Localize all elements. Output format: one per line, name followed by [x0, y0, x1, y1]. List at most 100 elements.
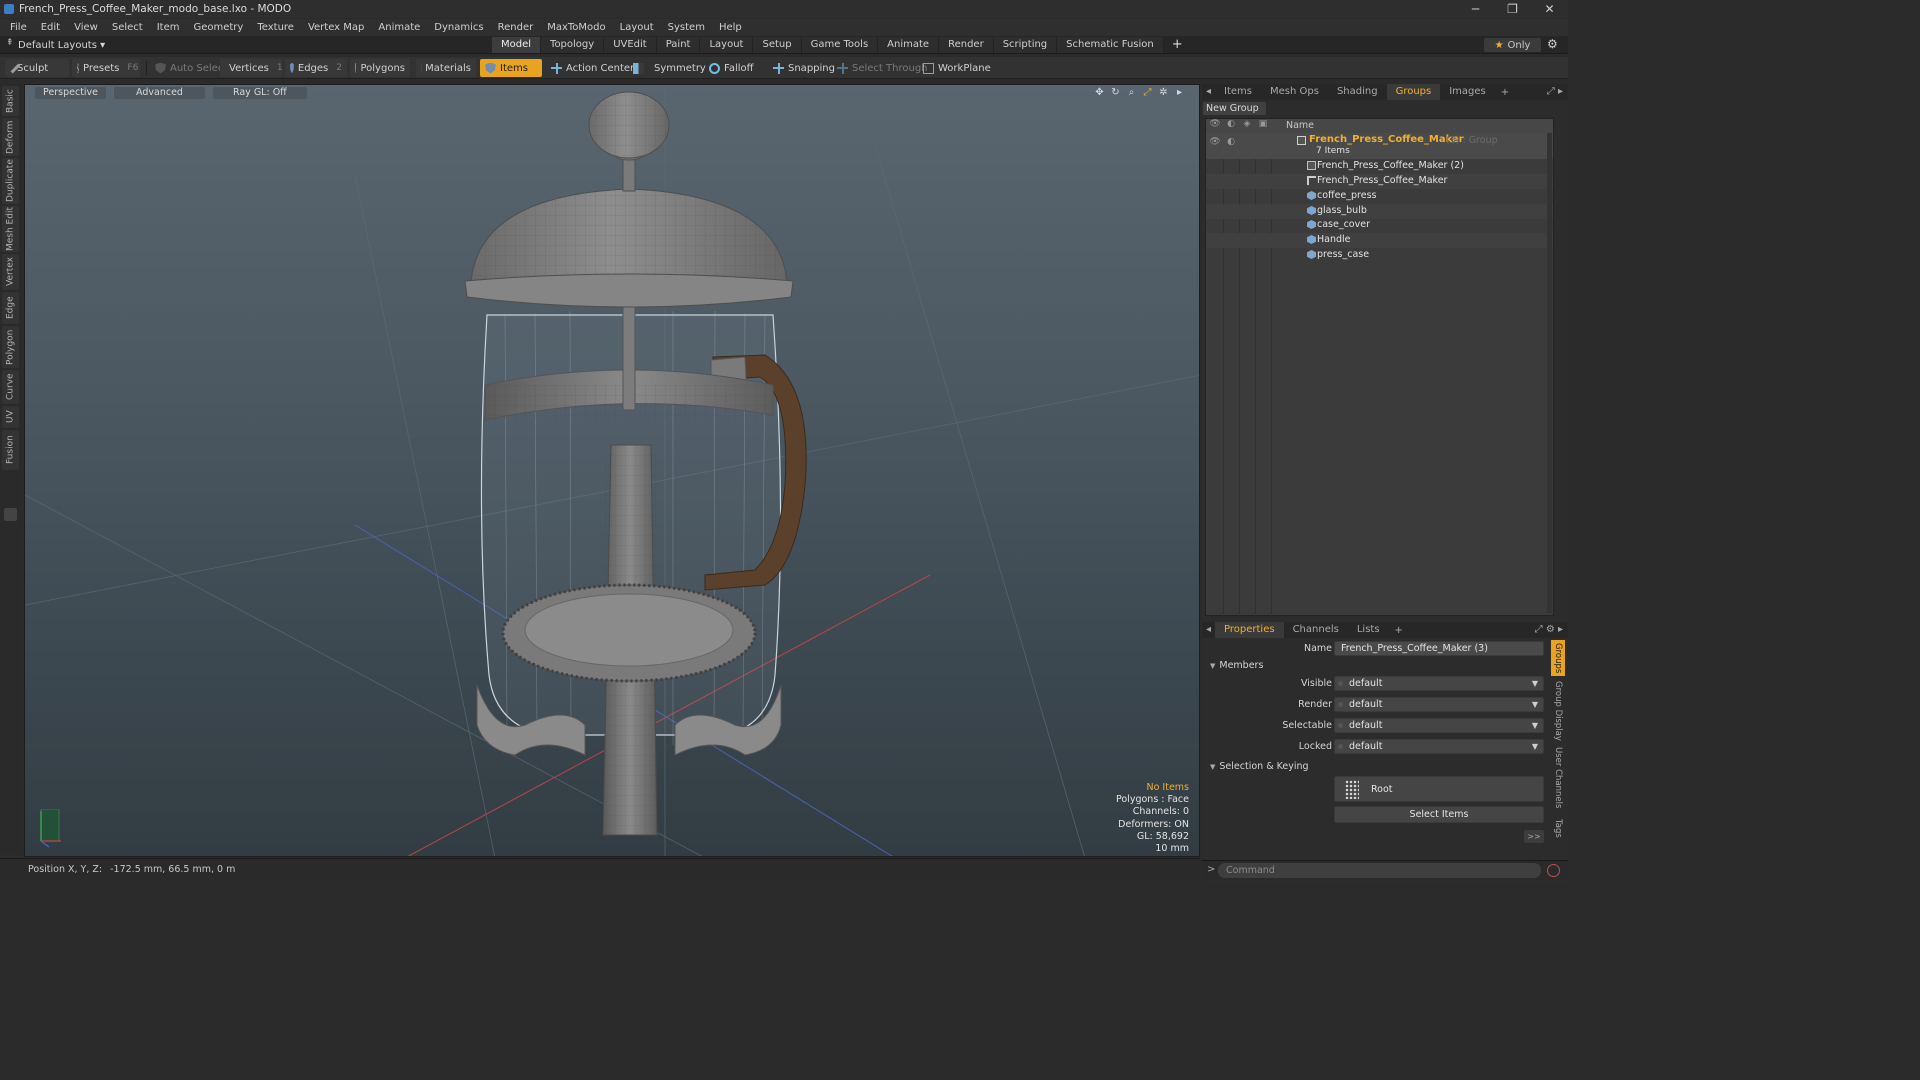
props-expand-icon[interactable]: ⤢ ⚙ ▸	[1535, 624, 1563, 635]
members-section[interactable]: ▼ Members	[1210, 660, 1263, 671]
props-tab-properties[interactable]: Properties	[1215, 622, 1284, 638]
props-tab-channels[interactable]: Channels	[1284, 622, 1348, 638]
left-tab-mesh-edit[interactable]: Mesh Edit	[2, 206, 19, 252]
new-group-button[interactable]: New Group	[1203, 102, 1266, 115]
items-button[interactable]: Items	[480, 59, 542, 77]
tree-item-row[interactable]: glass_bulb	[1206, 204, 1553, 219]
menu-view[interactable]: View	[67, 22, 105, 33]
left-tab-vertex[interactable]: Vertex	[2, 254, 19, 290]
left-tab-duplicate[interactable]: Duplicate	[2, 158, 19, 204]
menu-system[interactable]: System	[661, 22, 712, 33]
tree-scrollbar[interactable]	[1547, 133, 1552, 613]
panel-add-tab-button[interactable]: +	[1495, 87, 1515, 98]
menu-help[interactable]: Help	[712, 22, 749, 33]
panel-tab-groups[interactable]: Groups	[1386, 84, 1441, 100]
ray-gl-button[interactable]: Ray GL: Off	[212, 87, 307, 99]
left-tab-polygon[interactable]: Polygon	[2, 326, 19, 368]
tab-uvedit[interactable]: UVEdit	[604, 37, 657, 53]
name-field[interactable]: French_Press_Coffee_Maker (3)	[1334, 641, 1544, 656]
tab-topology[interactable]: Topology	[541, 37, 605, 53]
edges-button[interactable]: Edges 2	[285, 59, 347, 77]
left-tab-fusion[interactable]: Fusion	[2, 430, 19, 470]
command-input[interactable]: Command	[1218, 863, 1541, 878]
root-button[interactable]: Root	[1334, 776, 1544, 802]
left-tab-edge[interactable]: Edge	[2, 292, 19, 324]
tab-setup[interactable]: Setup	[753, 37, 802, 53]
menu-edit[interactable]: Edit	[34, 22, 67, 33]
close-button[interactable]: ✕	[1531, 2, 1568, 16]
tree-item-row[interactable]: Handle	[1206, 233, 1553, 248]
menu-layout[interactable]: Layout	[613, 22, 661, 33]
side-tab-group-display[interactable]: Group Display	[1551, 680, 1565, 742]
group-visibility-icon[interactable]: 👁	[1207, 137, 1223, 151]
lock-column-icon[interactable]: ▣	[1255, 119, 1271, 133]
pan-icon[interactable]: ✥	[1094, 87, 1105, 98]
minimize-button[interactable]: ─	[1457, 2, 1494, 16]
panel-expand-icon[interactable]: ⤢ ▸	[1547, 86, 1563, 97]
props-tab-collapse[interactable]: ◂	[1202, 622, 1215, 638]
symmetry-button[interactable]: Symmetry	[628, 59, 711, 77]
panel-tab-items[interactable]: Items	[1215, 84, 1261, 100]
falloff-button[interactable]: Falloff	[704, 59, 759, 77]
menu-texture[interactable]: Texture	[250, 22, 301, 33]
sculpt-button[interactable]: Sculpt	[5, 59, 69, 77]
viewport-settings-icon[interactable]: ✲	[1158, 87, 1169, 98]
left-tab-basic[interactable]: Basic	[2, 86, 19, 116]
left-tab-curve[interactable]: Curve	[2, 370, 19, 404]
selection-keying-section[interactable]: ▼ Selection & Keying	[1210, 761, 1309, 772]
more-button[interactable]: >>	[1524, 830, 1544, 843]
menu-select[interactable]: Select	[105, 22, 150, 33]
view-advanced-button[interactable]: Advanced	[114, 87, 205, 99]
zoom-icon[interactable]: ⌕	[1126, 87, 1137, 98]
left-tab-toggle-icon[interactable]	[4, 508, 17, 521]
layout-selector[interactable]: ⇞ Default Layouts ▾	[6, 38, 105, 52]
panel-tab-mesh-ops[interactable]: Mesh Ops	[1261, 84, 1328, 100]
name-column-header[interactable]: Name	[1286, 120, 1314, 131]
group-render-icon[interactable]: ◐	[1223, 137, 1239, 151]
workplane-button[interactable]: WorkPlane	[918, 59, 996, 77]
restore-button[interactable]: ❐	[1494, 2, 1531, 16]
locked-dropdown[interactable]: default ▼	[1334, 739, 1544, 754]
menu-vertex-map[interactable]: Vertex Map	[301, 22, 371, 33]
snapping-button[interactable]: Snapping	[768, 59, 840, 77]
3d-viewport[interactable]: Perspective Advanced Ray GL: Off ✥ ↻ ⌕ ⤢…	[24, 84, 1200, 857]
props-add-tab-button[interactable]: +	[1389, 625, 1409, 636]
group-row[interactable]: 👁 ◐ French_Press_Coffee_Maker (3) : Grou…	[1206, 133, 1553, 159]
side-tab-user-channels[interactable]: User Channels	[1551, 746, 1565, 810]
left-tab-uv[interactable]: UV	[2, 406, 19, 428]
side-tab-groups[interactable]: Groups	[1551, 640, 1565, 676]
gear-icon[interactable]: ⚙	[1547, 37, 1558, 51]
viewport-expand-icon[interactable]: ▸	[1174, 87, 1185, 98]
presets-button[interactable]: Presets F6	[72, 59, 140, 77]
record-icon[interactable]	[1547, 864, 1560, 877]
menu-render[interactable]: Render	[491, 22, 541, 33]
props-tab-lists[interactable]: Lists	[1348, 622, 1389, 638]
tree-item-row[interactable]: press_case	[1206, 248, 1553, 263]
tree-item-row[interactable]: case_cover	[1206, 218, 1553, 233]
only-button[interactable]: ★ Only	[1484, 38, 1541, 52]
tab-animate[interactable]: Animate	[878, 37, 940, 53]
materials-button[interactable]: Materials	[416, 59, 476, 77]
view-perspective-button[interactable]: Perspective	[35, 87, 107, 99]
tab-scripting[interactable]: Scripting	[993, 37, 1058, 53]
action-center-button[interactable]: Action Center	[546, 59, 639, 77]
tab-layout[interactable]: Layout	[700, 37, 754, 53]
menu-geometry[interactable]: Geometry	[186, 22, 250, 33]
render-column-icon[interactable]: ◐	[1223, 119, 1239, 133]
visible-dropdown[interactable]: default ▼	[1334, 676, 1544, 691]
side-tab-tags[interactable]: Tags	[1551, 814, 1565, 842]
tree-item-row[interactable]: French_Press_Coffee_Maker (2)	[1206, 159, 1553, 174]
tab-model[interactable]: Model	[492, 37, 542, 53]
menu-file[interactable]: File	[3, 22, 34, 33]
visibility-column-icon[interactable]: 👁	[1207, 119, 1223, 133]
rotate-icon[interactable]: ↻	[1110, 87, 1121, 98]
menu-animate[interactable]: Animate	[371, 22, 427, 33]
menu-dynamics[interactable]: Dynamics	[427, 22, 490, 33]
left-tab-deform[interactable]: Deform	[2, 118, 19, 156]
tab-paint[interactable]: Paint	[656, 37, 701, 53]
tab-game-tools[interactable]: Game Tools	[801, 37, 879, 53]
tree-item-row[interactable]: coffee_press	[1206, 189, 1553, 204]
panel-tab-images[interactable]: Images	[1440, 84, 1495, 100]
tree-item-row[interactable]: French_Press_Coffee_Maker	[1206, 174, 1553, 189]
render-dropdown[interactable]: default ▼	[1334, 697, 1544, 712]
